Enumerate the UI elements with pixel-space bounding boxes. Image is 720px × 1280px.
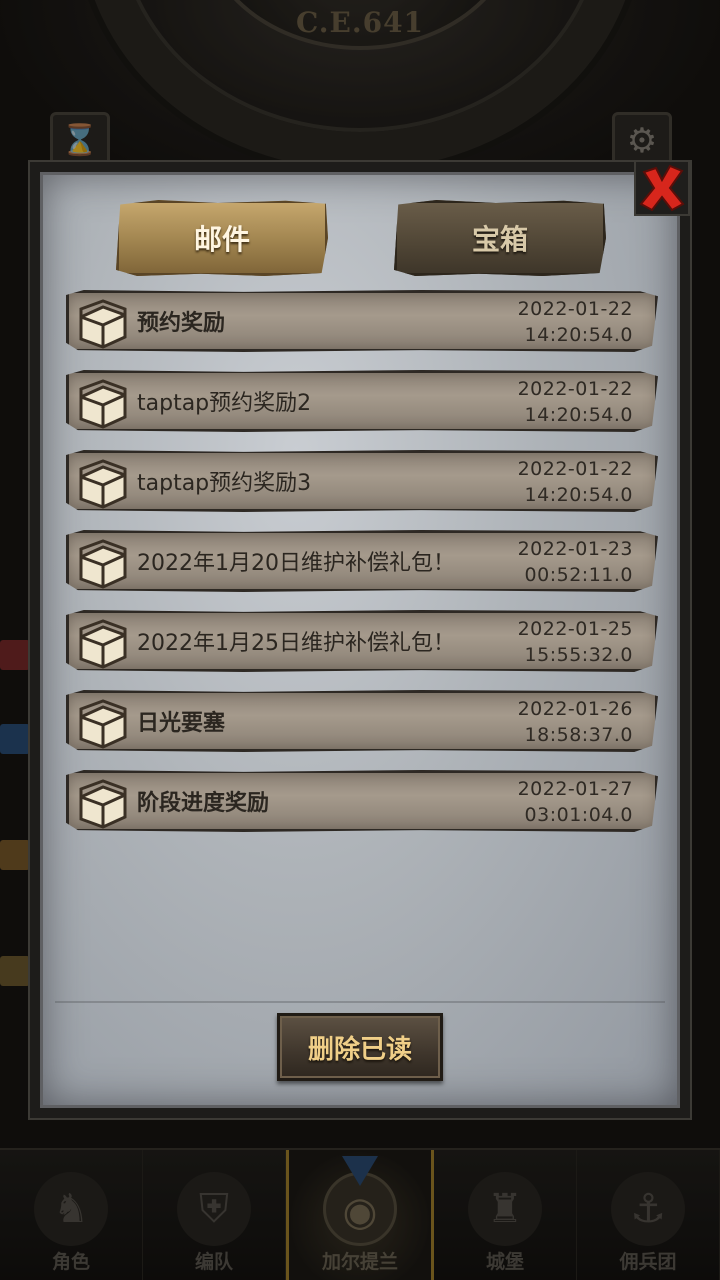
mail-date: 2022-01-22 [517, 298, 633, 320]
mail-time: 03:01:04.0 [524, 804, 633, 826]
tab-chest[interactable]: 宝箱 [394, 200, 606, 276]
chest-icon [79, 699, 127, 749]
chest-icon [79, 379, 127, 429]
mail-subject: 2022年1月20日维护补偿礼包！ [137, 551, 455, 576]
mail-row[interactable]: 2022年1月20日维护补偿礼包！ 2022-01-23 00:52:11.0 [66, 530, 658, 592]
close-button[interactable] [634, 160, 690, 216]
mail-date: 2022-01-23 [517, 538, 633, 560]
mail-subject: taptap预约奖励3 [137, 471, 312, 496]
chest-icon [79, 459, 127, 509]
mail-date: 2022-01-22 [517, 458, 633, 480]
mail-row[interactable]: taptap预约奖励3 2022-01-22 14:20:54.0 [66, 450, 658, 512]
close-icon [639, 164, 685, 212]
mail-time: 18:58:37.0 [524, 724, 633, 746]
mail-subject: 阶段进度奖励 [137, 791, 270, 816]
mail-row[interactable]: taptap预约奖励2 2022-01-22 14:20:54.0 [66, 370, 658, 432]
mail-time: 14:20:54.0 [524, 404, 633, 426]
mail-time: 14:20:54.0 [524, 324, 633, 346]
mail-list: 预约奖励 2022-01-22 14:20:54.0 taptap预约奖励2 2… [66, 290, 658, 850]
divider [55, 1001, 665, 1003]
mail-time: 14:20:54.0 [524, 484, 633, 506]
chest-icon [79, 619, 127, 669]
chest-icon [79, 299, 127, 349]
chest-icon [79, 539, 127, 589]
mail-subject: 2022年1月25日维护补偿礼包！ [137, 631, 455, 656]
mail-time: 00:52:11.0 [524, 564, 633, 586]
mail-row[interactable]: 预约奖励 2022-01-22 14:20:54.0 [66, 290, 658, 352]
mail-subject: 日光要塞 [137, 711, 226, 736]
chest-icon [79, 779, 127, 829]
mail-subject: taptap预约奖励2 [137, 391, 312, 416]
mail-row[interactable]: 2022年1月25日维护补偿礼包！ 2022-01-25 15:55:32.0 [66, 610, 658, 672]
mail-date: 2022-01-22 [517, 378, 633, 400]
mail-subject: 预约奖励 [137, 311, 226, 336]
tab-mail[interactable]: 邮件 [116, 200, 328, 276]
mail-row[interactable]: 日光要塞 2022-01-26 18:58:37.0 [66, 690, 658, 752]
mail-time: 15:55:32.0 [524, 644, 633, 666]
mail-date: 2022-01-26 [517, 698, 633, 720]
mail-row[interactable]: 阶段进度奖励 2022-01-27 03:01:04.0 [66, 770, 658, 832]
delete-read-button[interactable]: 删除已读 [277, 1013, 443, 1081]
mail-date: 2022-01-25 [517, 618, 633, 640]
mail-date: 2022-01-27 [517, 778, 633, 800]
